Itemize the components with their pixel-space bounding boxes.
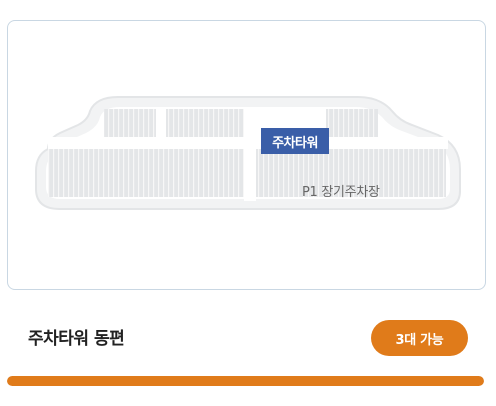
stall-block-nw	[104, 109, 156, 137]
stall-block-w	[48, 149, 244, 197]
stall-block-ne	[326, 109, 378, 137]
lot-title: 주차타워 동편	[28, 329, 125, 349]
availability-badge: 3대 가능	[371, 320, 468, 356]
occupancy-bar-fill	[7, 376, 484, 386]
parking-map-card: 주차타워 P1 장기주차장	[7, 20, 486, 290]
stall-block-n	[166, 109, 246, 137]
parking-map	[35, 96, 461, 210]
p1-lot-label: P1 장기주차장	[302, 185, 380, 200]
occupancy-bar	[7, 376, 484, 386]
parking-tower-badge[interactable]: 주차타워	[261, 128, 329, 154]
